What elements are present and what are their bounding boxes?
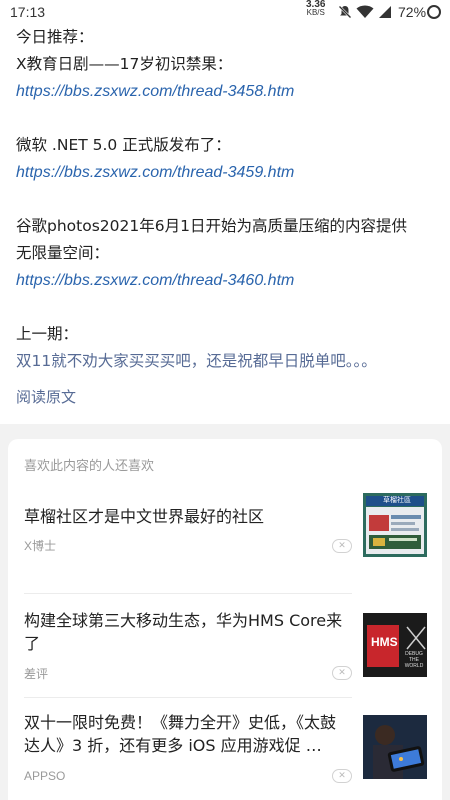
recommend-item-title: 草榴社区才是中文世界最好的社区 bbox=[24, 507, 265, 526]
prev-heading: 上一期： bbox=[16, 325, 79, 343]
divider bbox=[24, 593, 352, 594]
recommend-item-source: 差评 bbox=[24, 667, 49, 681]
recommendations-section: 喜欢此内容的人还喜欢 草榴社区才是中文世界最好的社区 X博士 ✕ 草榴社區 构建… bbox=[0, 424, 450, 800]
prev-issue-link[interactable]: 双11就不劝大家买买买吧，还是祝都早日脱单吧。。。 bbox=[16, 348, 440, 375]
thumbnail-caption: 草榴社區 bbox=[383, 496, 411, 504]
recommend-item-source: X博士 bbox=[24, 539, 57, 553]
status-time: 17:13 bbox=[10, 4, 46, 20]
thumbnail-subcaption: DEBUG THE WORLD bbox=[404, 651, 424, 669]
dismiss-icon[interactable]: ✕ bbox=[332, 539, 352, 553]
divider bbox=[24, 697, 352, 698]
recommendations-card: 喜欢此内容的人还喜欢 草榴社区才是中文世界最好的社区 X博士 ✕ 草榴社區 构建… bbox=[8, 439, 442, 800]
item3-title-line1: 谷歌photos2021年6月1日开始为高质量压缩的内容提供 bbox=[16, 217, 407, 235]
recommend-item[interactable]: 双十一限时免费！《舞力全开》史低，《太鼓达人》3 折，还有更多 iOS 应用游戏… bbox=[24, 701, 434, 791]
dismiss-icon[interactable]: ✕ bbox=[332, 666, 352, 680]
item1-link[interactable]: https://bbs.zsxwz.com/thread-3458.htm bbox=[16, 78, 440, 105]
item1-title: X教育日剧——17岁初识禁果： bbox=[16, 55, 233, 73]
recommend-item-title: 构建全球第三大移动生态，华为HMS Core来了 bbox=[24, 611, 343, 653]
thumbnail-image: 草榴社區 bbox=[363, 493, 427, 557]
read-original-link[interactable]: 阅读原文 bbox=[16, 386, 76, 407]
battery-percent: 72% bbox=[398, 4, 427, 20]
recommend-item-source: APPSO bbox=[24, 769, 66, 783]
item3-link[interactable]: https://bbs.zsxwz.com/thread-3460.htm bbox=[16, 267, 440, 294]
recommend-item[interactable]: 构建全球第三大移动生态，华为HMS Core来了 差评 ✕ HMS DEBUG … bbox=[24, 599, 434, 681]
item3-title-line2: 无限量空间： bbox=[16, 244, 110, 262]
thumbnail-image: HMS DEBUG THE WORLD bbox=[363, 613, 427, 677]
network-speed: 3.36 KB/S bbox=[306, 0, 326, 17]
signal-icon bbox=[379, 6, 391, 18]
battery-icon bbox=[427, 5, 441, 19]
dismiss-icon[interactable]: ✕ bbox=[332, 769, 352, 783]
recommend-item-title: 双十一限时免费！《舞力全开》史低，《太鼓达人》3 折，还有更多 iOS 应用游戏… bbox=[24, 713, 337, 755]
recommendations-title: 喜欢此内容的人还喜欢 bbox=[24, 459, 155, 474]
article-body: 今日推荐： X教育日剧——17岁初识禁果： https://bbs.zsxwz.… bbox=[16, 24, 440, 375]
today-heading: 今日推荐： bbox=[16, 28, 94, 46]
recommend-item[interactable]: 草榴社区才是中文世界最好的社区 X博士 ✕ 草榴社區 bbox=[24, 493, 434, 573]
item2-link[interactable]: https://bbs.zsxwz.com/thread-3459.htm bbox=[16, 159, 440, 186]
status-bar: 17:13 3.36 KB/S 72% bbox=[0, 0, 450, 24]
mute-bell-icon bbox=[338, 5, 352, 19]
thumbnail-caption: HMS bbox=[371, 635, 398, 649]
thumbnail-image bbox=[363, 715, 427, 779]
wifi-icon bbox=[356, 5, 374, 18]
item2-title: 微软 .NET 5.0 正式版发布了： bbox=[16, 136, 231, 154]
